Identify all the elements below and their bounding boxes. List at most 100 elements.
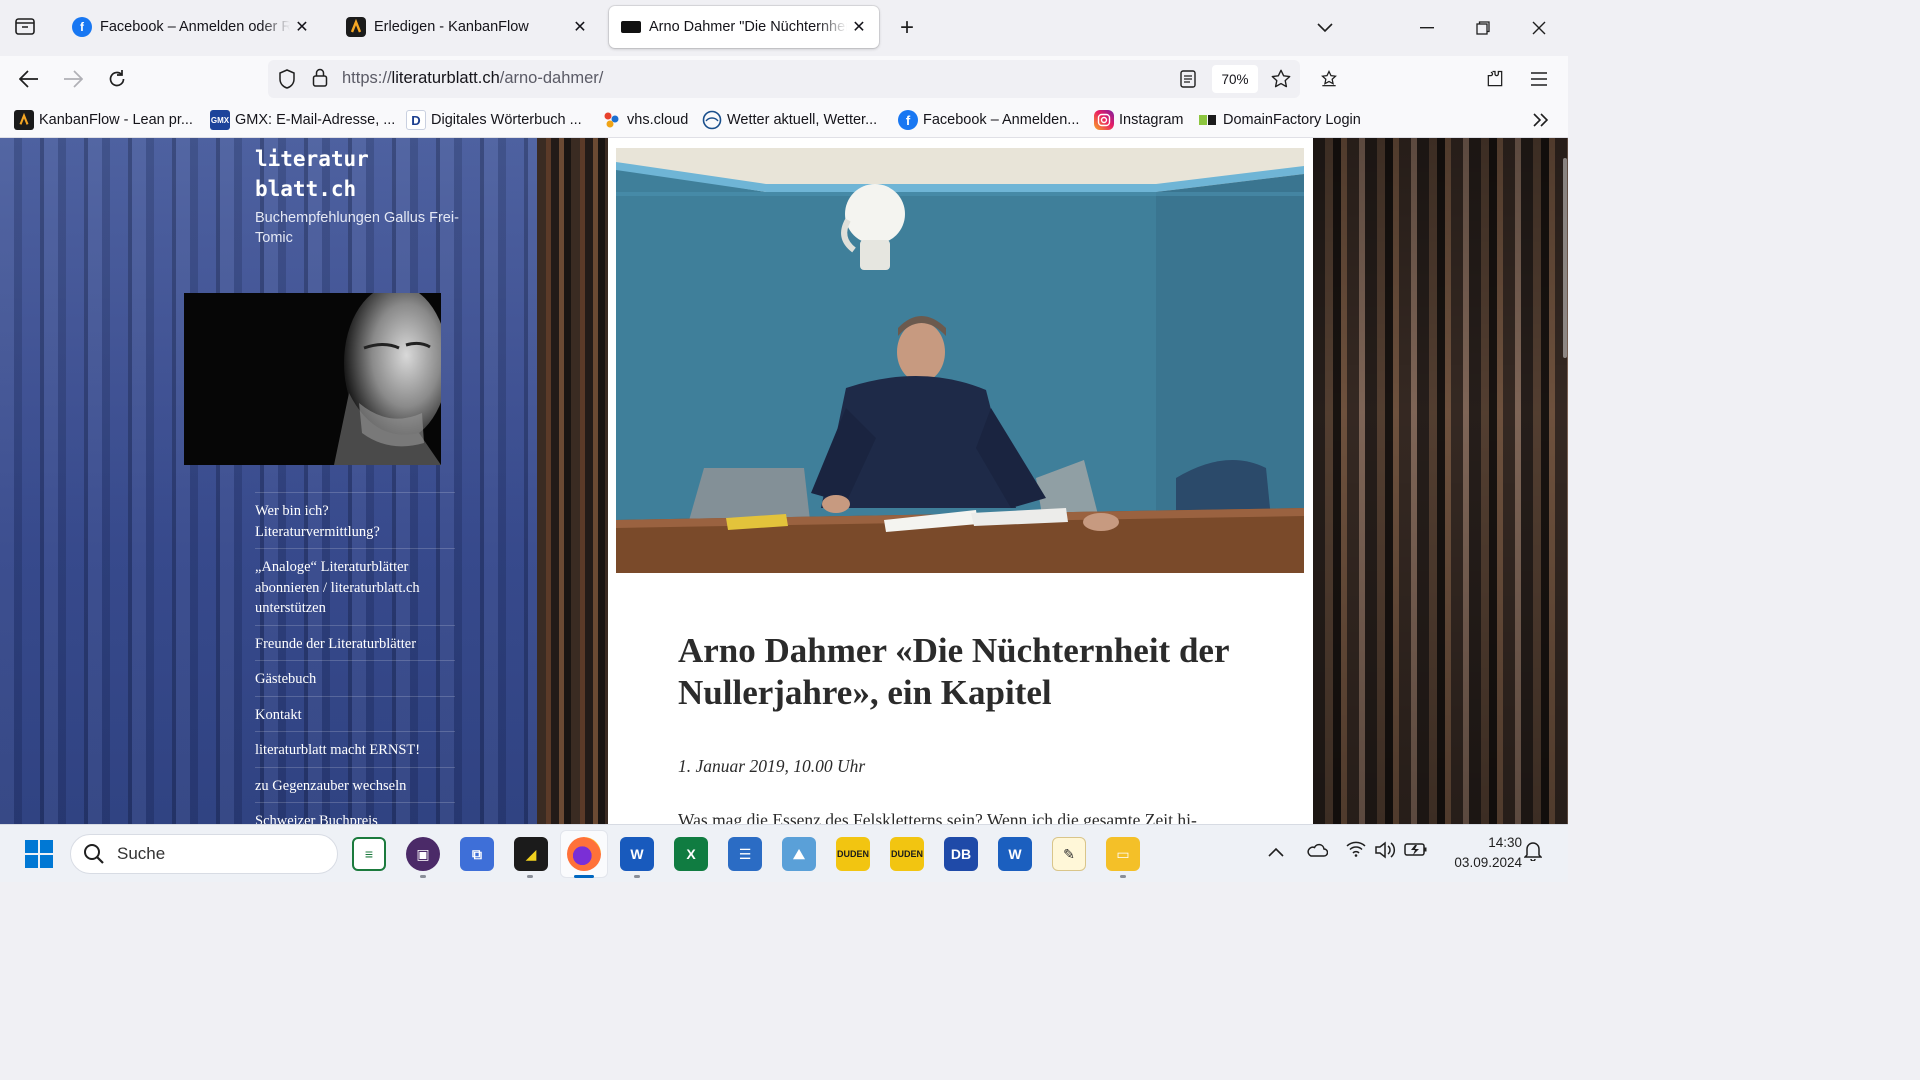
site-title[interactable]: literatur blatt.ch bbox=[255, 144, 435, 204]
menu-item-gaestebuch[interactable]: Gästebuch bbox=[255, 660, 455, 696]
tab-title: Arno Dahmer "Die Nüchternheit der Nuller… bbox=[649, 19, 847, 35]
windows-taskbar: Suche ≡ ▣ ⧉ ◢ W X ☰ ⛰ DUDEN DUDEN DB W ✎… bbox=[0, 824, 1568, 882]
site-title-line: blatt.ch bbox=[255, 177, 357, 201]
taskbar-app-duden-6[interactable]: DUDEN bbox=[836, 837, 870, 871]
taskbar-app-duden-bibliothek[interactable]: DUDEN bbox=[890, 837, 924, 871]
bookmark-gmx[interactable]: GMX GMX: E-Mail-Adresse, ... bbox=[210, 109, 395, 131]
tab-kanbanflow[interactable]: Erledigen - KanbanFlow ✕ bbox=[334, 6, 600, 48]
bookmark-label: Digitales Wörterbuch ... bbox=[431, 112, 582, 128]
taskbar-app-sticky-notes[interactable]: ◢ bbox=[514, 837, 548, 871]
taskbar-app-firefox[interactable] bbox=[567, 837, 601, 871]
facebook-icon: f bbox=[72, 17, 92, 37]
tab-arno-dahmer[interactable]: Arno Dahmer "Die Nüchternheit der Nuller… bbox=[609, 6, 879, 48]
facebook-icon: f bbox=[898, 110, 918, 130]
system-clock[interactable]: 14:30 03.09.2024 bbox=[1438, 833, 1522, 873]
lock-icon[interactable] bbox=[312, 68, 328, 88]
arrow-left-icon bbox=[19, 70, 38, 88]
literaturblatt-icon bbox=[621, 21, 641, 33]
extensions-button[interactable] bbox=[1480, 64, 1510, 94]
taskbar-app-db[interactable]: DB bbox=[944, 837, 978, 871]
reader-view-icon[interactable] bbox=[1180, 70, 1196, 88]
bookmarks-toolbar: KanbanFlow - Lean pr... GMX GMX: E-Mail-… bbox=[0, 102, 1568, 138]
taskbar-search-box[interactable]: Suche bbox=[70, 834, 338, 874]
back-button[interactable] bbox=[14, 64, 44, 94]
new-tab-button[interactable]: + bbox=[884, 10, 930, 46]
url-scheme: https:// bbox=[342, 69, 392, 87]
close-tab-icon[interactable]: ✕ bbox=[568, 15, 592, 39]
domainfactory-icon bbox=[1198, 110, 1218, 130]
app-menu-button[interactable] bbox=[1524, 64, 1554, 94]
page-scrollbar[interactable] bbox=[1563, 158, 1567, 358]
restore-button[interactable] bbox=[1460, 10, 1506, 46]
notifications-button[interactable] bbox=[1523, 841, 1543, 866]
more-bookmarks-button[interactable] bbox=[1532, 109, 1550, 131]
reload-button[interactable] bbox=[102, 64, 132, 94]
taskbar-app-notes-green[interactable]: ≡ bbox=[352, 837, 386, 871]
taskbar-app-photos[interactable]: ⛰ bbox=[782, 837, 816, 871]
taskbar-app-word-docs[interactable]: W bbox=[998, 837, 1032, 871]
bookmark-label: KanbanFlow - Lean pr... bbox=[39, 112, 193, 128]
url-text[interactable]: https://literaturblatt.ch/arno-dahmer/ bbox=[342, 69, 603, 88]
taskbar-app-media-purple[interactable]: ▣ bbox=[406, 837, 440, 871]
taskbar-app-notepad[interactable]: ☰ bbox=[728, 837, 762, 871]
site-tagline: Buchempfehlungen Gallus Frei-Tomic bbox=[255, 210, 459, 246]
clock-date: 03.09.2024 bbox=[1454, 855, 1522, 870]
bookmark-instagram[interactable]: Instagram bbox=[1094, 109, 1183, 131]
chevron-up-icon bbox=[1268, 847, 1284, 857]
weather-icon bbox=[702, 110, 722, 130]
restore-icon bbox=[1476, 21, 1490, 35]
close-tab-icon[interactable]: ✕ bbox=[847, 15, 871, 39]
close-window-button[interactable] bbox=[1516, 10, 1562, 46]
taskbar-app-blue-tool[interactable]: ⧉ bbox=[460, 837, 494, 871]
double-chevron-right-icon bbox=[1533, 113, 1549, 127]
pocket-button[interactable] bbox=[1314, 64, 1344, 94]
site-navigation-menu: Wer bin ich? Literaturvermittlung? „Anal… bbox=[255, 492, 455, 824]
taskbar-app-excel[interactable]: X bbox=[674, 837, 708, 871]
zoom-level-button[interactable]: 70% bbox=[1212, 65, 1258, 93]
onedrive-icon[interactable] bbox=[1306, 841, 1329, 862]
bookmark-star-icon[interactable] bbox=[1270, 68, 1292, 90]
menu-item-kontakt[interactable]: Kontakt bbox=[255, 695, 455, 732]
menu-item-gegenzauber[interactable]: zu Gegenzauber wechseln bbox=[255, 766, 455, 803]
wifi-icon[interactable] bbox=[1346, 841, 1366, 862]
minimize-button[interactable] bbox=[1404, 10, 1450, 46]
url-domain: literaturblatt.ch bbox=[391, 69, 500, 87]
arrow-right-icon bbox=[64, 70, 83, 88]
active-indicator bbox=[574, 875, 594, 878]
bookmark-vhs-cloud[interactable]: vhs.cloud bbox=[602, 109, 688, 131]
address-bar[interactable]: https://literaturblatt.ch/arno-dahmer/ 7… bbox=[268, 60, 1300, 98]
show-hidden-icons-button[interactable] bbox=[1268, 841, 1284, 862]
bookmark-label: Instagram bbox=[1119, 112, 1184, 128]
taskbar-app-file-explorer[interactable]: ▭ bbox=[1106, 837, 1140, 871]
vhs-cloud-icon bbox=[602, 110, 622, 130]
bookmark-kanbanflow[interactable]: KanbanFlow - Lean pr... bbox=[14, 109, 193, 131]
tab-overview-icon[interactable] bbox=[13, 14, 37, 38]
menu-item-buchpreis[interactable]: Schweizer Buchpreis bbox=[255, 802, 455, 824]
bookmark-dwds[interactable]: D Digitales Wörterbuch ... bbox=[406, 109, 582, 131]
menu-item-freunde[interactable]: Freunde der Literaturblätter bbox=[255, 624, 455, 661]
bookmark-label: GMX: E-Mail-Adresse, ... bbox=[235, 112, 396, 128]
battery-charging-icon[interactable] bbox=[1404, 841, 1428, 862]
menu-item-abonnieren[interactable]: „Analoge“ Literaturblätter abonnieren / … bbox=[255, 548, 455, 625]
menu-item-ernst[interactable]: literaturblatt macht ERNST! bbox=[255, 731, 455, 767]
tab-facebook[interactable]: f Facebook – Anmelden oder Registrieren … bbox=[60, 6, 322, 48]
list-all-tabs-button[interactable] bbox=[1302, 10, 1348, 46]
bookmark-wetter[interactable]: Wetter aktuell, Wetter... bbox=[702, 109, 877, 131]
taskbar-app-word[interactable]: W bbox=[620, 837, 654, 871]
clock-time: 14:30 bbox=[1488, 835, 1522, 850]
running-indicator bbox=[420, 875, 426, 878]
close-tab-icon[interactable]: ✕ bbox=[290, 15, 314, 39]
bookmark-domainfactory[interactable]: DomainFactory Login bbox=[1198, 109, 1361, 131]
forward-button[interactable] bbox=[58, 64, 88, 94]
shield-icon[interactable] bbox=[278, 69, 296, 89]
tab-title: Facebook – Anmelden oder Registrieren bbox=[100, 19, 290, 35]
article-date: 1. Januar 2019, 10.00 Uhr bbox=[678, 756, 866, 776]
volume-icon[interactable] bbox=[1374, 841, 1396, 864]
bookmark-facebook[interactable]: f Facebook – Anmelden... bbox=[898, 109, 1079, 131]
start-button[interactable] bbox=[24, 839, 54, 869]
close-icon bbox=[1532, 21, 1546, 35]
tab-title: Erledigen - KanbanFlow bbox=[374, 19, 529, 35]
menu-item-wer-bin-ich[interactable]: Wer bin ich? Literaturvermittlung? bbox=[255, 492, 455, 548]
taskbar-app-writer[interactable]: ✎ bbox=[1052, 837, 1086, 871]
bookmark-label: Facebook – Anmelden... bbox=[923, 112, 1080, 128]
